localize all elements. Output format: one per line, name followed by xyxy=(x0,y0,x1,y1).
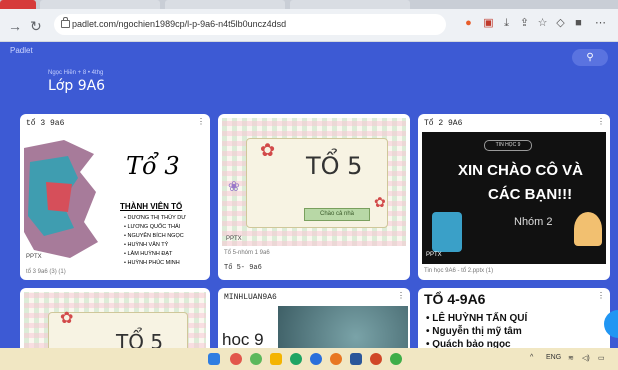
lock-icon xyxy=(61,17,70,28)
tulip-icon: ❀ xyxy=(228,178,240,194)
tab-strip xyxy=(0,0,618,9)
bookmark-star-icon[interactable]: ☆ xyxy=(536,17,549,30)
post-thumbnail: TIN HỌC 9 XIN CHÀO CÔ VÀ CÁC BẠN!!! Nhóm… xyxy=(422,132,606,264)
search-icon: ⚲ xyxy=(586,52,594,63)
member-item: • NGUYỄN BÍCH NGỌC xyxy=(124,233,184,239)
post-card-to3[interactable]: tổ 3 9a6 ⋮ Tổ 3 THÀNH VIÊN TỔ • DƯƠNG TH… xyxy=(20,114,210,280)
post-card-to2[interactable]: Tổ 2 9A6 ⋮ TIN HỌC 9 XIN CHÀO CÔ VÀ CÁC … xyxy=(418,114,610,280)
extension-icon-1[interactable]: ● xyxy=(462,17,475,30)
edge-icon[interactable] xyxy=(310,353,322,365)
post-title: TỔ 4-9A6 xyxy=(424,291,486,307)
app-icon-1[interactable] xyxy=(230,353,242,365)
post-heading: hoc 9 xyxy=(222,330,264,349)
download-icon[interactable]: ⤓ xyxy=(500,17,513,30)
more-options-icon[interactable]: ⋮ xyxy=(597,291,605,300)
more-options-icon[interactable]: ⋮ xyxy=(597,117,605,126)
members-list: • DƯƠNG THỊ THÙY DƯ • LƯƠNG QUỐC THÁI • … xyxy=(124,214,186,266)
post-title: MINHLUAN9A6 xyxy=(224,293,277,302)
post-thumbnail: ✿ ❀ ✿ TỔ 5 Chào cả nhà PPTX xyxy=(222,118,406,246)
subject-badge: TIN HỌC 9 xyxy=(484,140,532,151)
reload-icon[interactable]: ↻ xyxy=(30,18,42,35)
file-type-label: PPTX xyxy=(26,254,42,260)
share-icon[interactable]: ⇪ xyxy=(518,17,531,30)
app-icon-3[interactable] xyxy=(330,353,342,365)
more-options-icon[interactable]: ⋮ xyxy=(397,291,405,300)
slide-heading: Tổ 3 xyxy=(126,152,180,180)
attachment-caption: tổ 3 9a6 (3) (1) xyxy=(26,269,66,275)
member-item: • HUỲNH PHÚC MINH xyxy=(124,260,180,266)
back-icon[interactable]: → xyxy=(8,18,22,34)
attachment-caption: Tin học 9A6 - tổ 2.pptx (1) xyxy=(424,268,494,274)
volume-icon[interactable]: ◁) xyxy=(582,354,590,362)
tab-active[interactable] xyxy=(0,0,36,9)
slide-line-2: CÁC BẠN!!! xyxy=(488,186,573,203)
search-button[interactable]: ⚲ xyxy=(572,49,608,66)
member-item: • DƯƠNG THỊ THÙY DƯ xyxy=(124,215,186,221)
language-indicator[interactable]: ENG xyxy=(546,354,561,361)
slide-line-3: Nhóm 2 xyxy=(514,216,553,228)
windows-start-icon[interactable] xyxy=(208,353,220,365)
member-item: • Nguyễn thị mỹ tâm xyxy=(426,326,522,337)
battery-icon[interactable]: ▭ xyxy=(598,354,605,362)
address-bar-row: → ↻ padlet.com/ngochien1989cp/l-p-9a6-n4… xyxy=(0,9,618,42)
post-title: tổ 3 9a6 xyxy=(26,119,65,128)
padlet-logo[interactable]: Padlet xyxy=(10,46,33,55)
more-options-icon[interactable]: ⋮ xyxy=(197,117,205,126)
post-card-to5[interactable]: ⋮ ✿ ❀ ✿ TỔ 5 Chào cả nhà PPTX Tổ 5-nhóm … xyxy=(218,114,410,280)
chrome-icon[interactable] xyxy=(250,353,262,365)
slide-line-1: XIN CHÀO CÔ VÀ xyxy=(458,162,584,179)
post-title: Tổ 2 9A6 xyxy=(424,119,463,128)
flower-icon: ✿ xyxy=(60,310,74,327)
character-illustration-icon xyxy=(574,212,602,246)
tab-4[interactable] xyxy=(290,0,410,9)
file-explorer-icon[interactable] xyxy=(270,353,282,365)
chevron-up-icon[interactable]: ^ xyxy=(530,354,533,361)
app-icon-5[interactable] xyxy=(390,353,402,365)
tab-3[interactable] xyxy=(165,0,285,9)
word-icon[interactable] xyxy=(350,353,362,365)
file-type-label: PPTX xyxy=(226,236,242,242)
post-thumbnail: Tổ 3 THÀNH VIÊN TỔ • DƯƠNG THỊ THÙY DƯ •… xyxy=(24,132,206,266)
member-item: • HUỲNH VĂN TỶ xyxy=(124,242,169,248)
app-icon-4[interactable] xyxy=(370,353,382,365)
members-list: • LÊ HUỲNH TẤN QUÍ • Nguyễn thị mỹ tâm •… xyxy=(426,312,527,351)
flower-icon: ✿ xyxy=(374,194,386,210)
member-item: • LƯƠNG QUỐC THÁI xyxy=(124,224,181,230)
members-heading: THÀNH VIÊN TỔ xyxy=(120,202,183,211)
member-item: • LÊ HUỲNH TẤN QUÍ xyxy=(426,313,528,324)
slide-heading: TỔ 5 xyxy=(306,152,363,180)
url-text: padlet.com/ngochien1989cp/l-p-9a6-n4t5lb… xyxy=(72,19,287,29)
file-type-label: PPTX xyxy=(426,252,442,258)
member-item: • LÂM HUỲNH ĐẠT xyxy=(124,251,173,257)
shield-icon[interactable]: ◇ xyxy=(554,17,567,30)
flower-icon: ✿ xyxy=(260,140,276,160)
menu-icon[interactable]: ⋯ xyxy=(594,17,607,30)
taskbar: ^ ENG ≋ ◁) ▭ xyxy=(0,348,618,370)
attachment-caption: Tổ 5-nhóm 1 9a6 xyxy=(224,250,270,256)
wifi-icon[interactable]: ≋ xyxy=(568,354,574,362)
extension-icon-2[interactable]: ▣ xyxy=(482,17,495,30)
breadcrumb: Ngọc Hiền + 8 • 4thg xyxy=(48,70,104,76)
tab-2[interactable] xyxy=(40,0,160,9)
url-input[interactable]: padlet.com/ngochien1989cp/l-p-9a6-n4t5lb… xyxy=(54,14,446,35)
phone-illustration-icon xyxy=(432,212,462,252)
profile-icon[interactable]: ■ xyxy=(572,17,585,30)
app-icon-2[interactable] xyxy=(290,353,302,365)
slide-button: Chào cả nhà xyxy=(304,208,370,221)
post-subtitle: Tổ 5- 9a6 xyxy=(224,264,262,272)
page-title: Lớp 9A6 xyxy=(48,78,106,94)
